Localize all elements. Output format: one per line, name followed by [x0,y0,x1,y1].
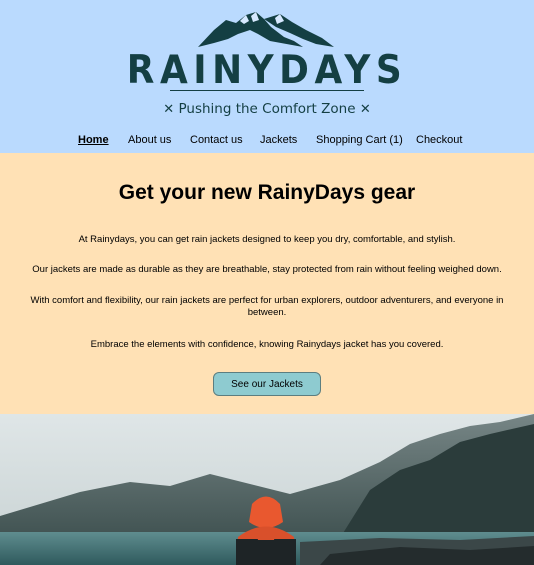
tagline-text: Pushing the Comfort Zone [178,101,356,117]
hero-photo [0,414,534,565]
logo-divider [170,90,364,91]
hero-paragraph-2: Our jackets are made as durable as they … [32,264,502,275]
tagline: ✕ Pushing the Comfort Zone ✕ [0,101,534,117]
see-jackets-button[interactable]: See our Jackets [213,372,321,396]
brand-name: RAINYDAYS [126,48,408,93]
nav-checkout[interactable]: Checkout [416,134,462,146]
nav-contact-us[interactable]: Contact us [190,134,243,146]
site-header: RAINYDAYS ✕ Pushing the Comfort Zone ✕ H… [0,0,534,153]
main-navigation: Home About us Contact us Jackets Shoppin… [0,134,534,150]
hero-section: Get your new RainyDays gear At Rainydays… [0,153,534,414]
nav-about-us[interactable]: About us [128,134,171,146]
hero-paragraph-1: At Rainydays, you can get rain jackets d… [78,234,456,245]
tagline-right-mark-icon: ✕ [359,102,371,117]
hero-title: Get your new RainyDays gear [118,181,416,204]
nav-shopping-cart[interactable]: Shopping Cart (1) [316,134,403,146]
mountain-lake-photo [0,414,534,565]
tagline-left-mark-icon: ✕ [163,102,175,117]
nav-jackets[interactable]: Jackets [260,134,297,146]
nav-home[interactable]: Home [78,134,109,146]
hero-paragraph-4: Embrace the elements with confidence, kn… [90,339,444,350]
hero-paragraph-3: With comfort and flexibility, our rain j… [30,295,504,318]
